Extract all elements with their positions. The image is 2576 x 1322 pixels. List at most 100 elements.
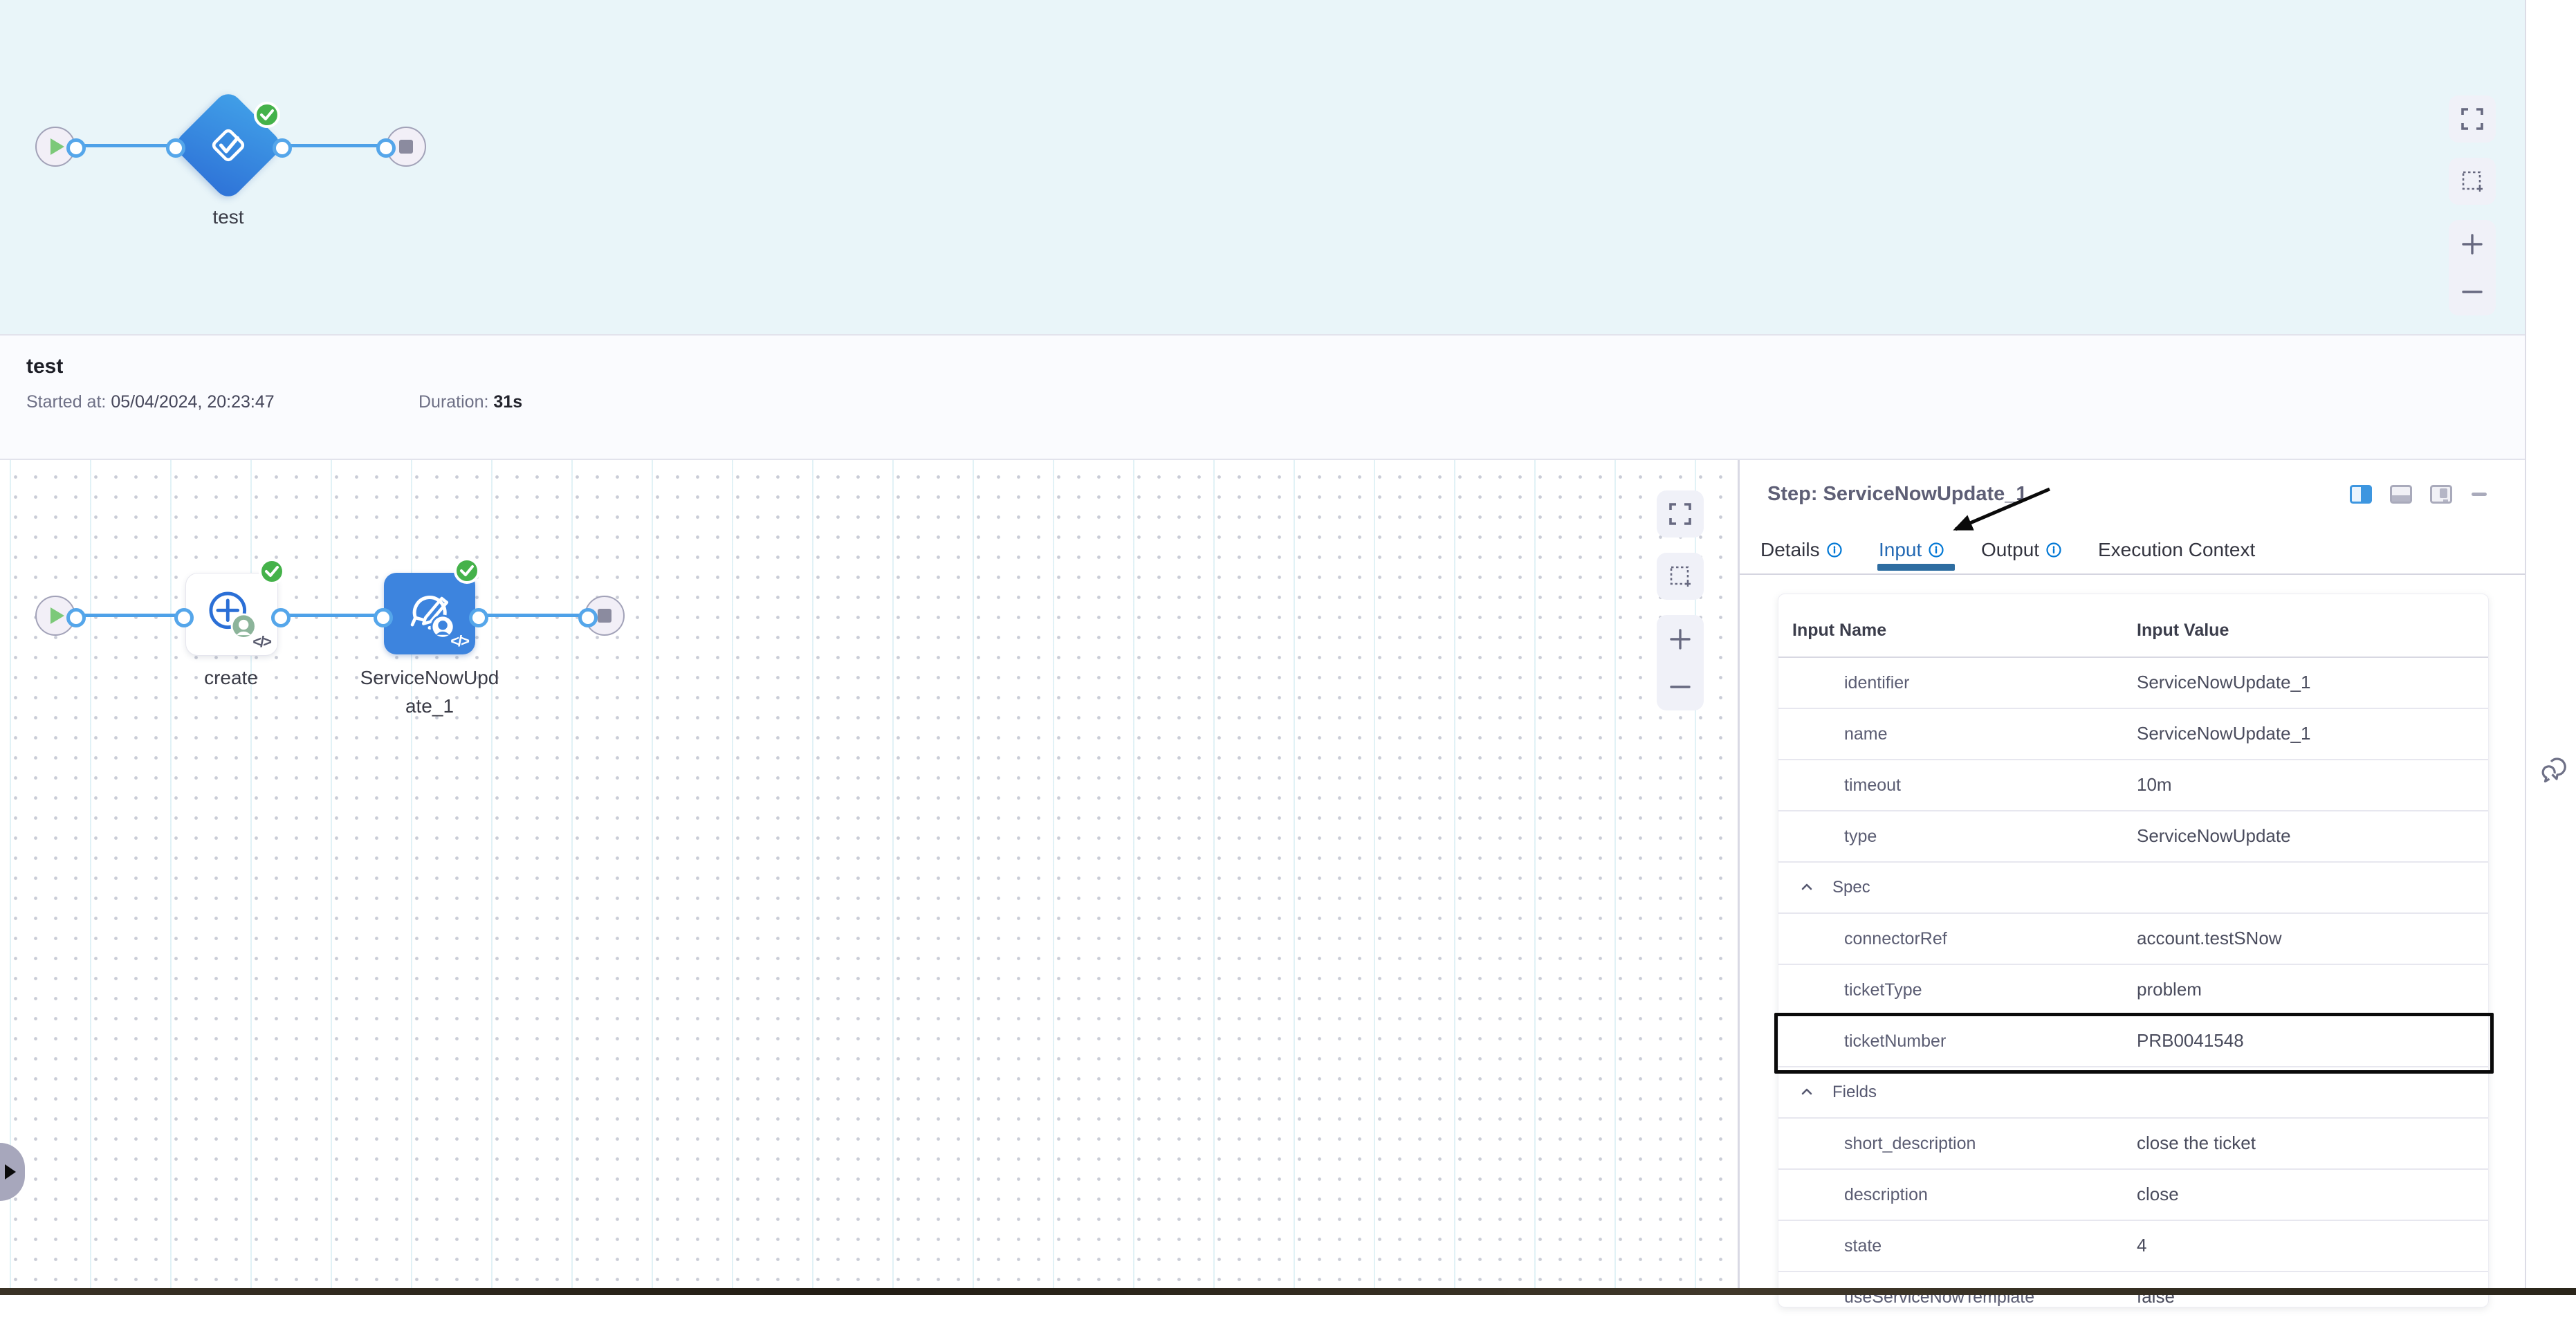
table-row-useServiceNowTemplate: useServiceNowTemplatefalse xyxy=(1778,1271,2488,1322)
step-details-panel: Step: ServiceNowUpdate_1 Details Input xyxy=(1738,460,2527,1288)
input-name: ticketNumber xyxy=(1844,1031,1946,1052)
caret-right-icon xyxy=(5,1164,16,1179)
chevron-up-icon xyxy=(1799,879,1814,894)
input-value: PRB0041548 xyxy=(2137,1030,2244,1052)
section-row-spec[interactable]: Spec xyxy=(1778,861,2488,912)
input-value: ServiceNowUpdate_1 xyxy=(2137,672,2310,693)
code-view-icon[interactable]: </> xyxy=(252,633,270,651)
floating-layout-icon[interactable] xyxy=(2430,485,2452,504)
input-name: short_description xyxy=(1844,1134,1976,1154)
input-name: state xyxy=(1844,1236,1882,1256)
input-value: problem xyxy=(2137,979,2202,1000)
selection-mode-button[interactable] xyxy=(2449,158,2496,205)
approval-stage-icon xyxy=(203,120,253,170)
tab-details[interactable]: Details xyxy=(1760,539,1843,561)
play-icon xyxy=(50,607,64,624)
code-view-icon[interactable]: </> xyxy=(450,632,468,650)
success-check-icon xyxy=(258,558,286,585)
input-name: timeout xyxy=(1844,775,1901,796)
chevron-up-icon xyxy=(1799,1084,1814,1099)
input-name: type xyxy=(1844,827,1877,847)
step-execution-canvas[interactable]: </> create </> ServiceNowUpdate_1 xyxy=(0,460,1738,1288)
edge-connector xyxy=(277,614,384,617)
section-row-fields[interactable]: Fields xyxy=(1778,1066,2488,1117)
panel-title: Step: ServiceNowUpdate_1 xyxy=(1767,483,2027,506)
input-value: close the ticket xyxy=(2137,1132,2256,1154)
input-name: name xyxy=(1844,724,1888,744)
table-row-ticketType: ticketType problem xyxy=(1778,964,2488,1015)
zoom-out-button[interactable] xyxy=(1668,675,1692,699)
zoom-controls xyxy=(2449,220,2496,315)
input-value: 10m xyxy=(2137,774,2172,796)
tab-execution-context[interactable]: Execution Context xyxy=(2098,539,2255,561)
selection-mode-button[interactable] xyxy=(1657,553,1704,600)
section-label: Fields xyxy=(1832,1083,1877,1102)
minimize-panel-icon[interactable] xyxy=(2470,485,2488,504)
table-row-state: state 4 xyxy=(1778,1220,2488,1271)
edge-connector xyxy=(281,144,386,147)
zoom-controls xyxy=(1657,615,1704,710)
table-row-connectorRef: connectorRef account.testSNow xyxy=(1778,912,2488,964)
table-row-timeout: timeout 10m xyxy=(1778,759,2488,810)
fullscreen-icon xyxy=(1668,502,1693,526)
step-node-label: ServiceNowUpdate_1 xyxy=(358,664,501,720)
input-value: ServiceNowUpdate xyxy=(2137,825,2291,847)
tab-input[interactable]: Input xyxy=(1879,539,1944,561)
table-row-identifier: identifier ServiceNowUpdate_1 xyxy=(1778,658,2488,708)
duration-value: 31s xyxy=(493,392,522,412)
run-title: test xyxy=(26,355,63,378)
active-tab-indicator xyxy=(1877,564,1955,571)
panel-layout-controls xyxy=(2350,485,2488,504)
input-value: close xyxy=(2137,1184,2179,1205)
started-at-value: 05/04/2024, 20:23:47 xyxy=(111,392,274,412)
table-row-description: descriptionclose xyxy=(1778,1168,2488,1220)
selection-box-icon xyxy=(1668,564,1693,589)
right-split-layout-icon[interactable] xyxy=(2350,485,2372,504)
edge-port xyxy=(376,138,396,158)
input-value: ServiceNowUpdate_1 xyxy=(2137,723,2310,744)
step-node-servicenowupdate[interactable]: </> xyxy=(384,573,475,654)
fullscreen-button[interactable] xyxy=(2449,95,2496,143)
column-header-value: Input Value xyxy=(2137,621,2229,641)
zoom-in-button[interactable] xyxy=(1668,627,1692,651)
success-check-icon xyxy=(453,557,481,585)
chat-help-icon[interactable] xyxy=(2539,753,2570,784)
edge-port xyxy=(66,138,86,158)
success-check-icon xyxy=(253,101,281,129)
zoom-out-button[interactable] xyxy=(2460,280,2484,304)
info-icon[interactable] xyxy=(1928,542,1944,558)
edge-connector xyxy=(72,614,185,617)
input-value: account.testSNow xyxy=(2137,928,2282,949)
started-at: Started at: 05/04/2024, 20:23:47 xyxy=(26,392,275,412)
input-name: identifier xyxy=(1844,673,1910,693)
info-icon[interactable] xyxy=(1826,542,1843,558)
stop-icon xyxy=(399,140,413,154)
table-row-short_description: short_description close the ticket xyxy=(1778,1117,2488,1168)
play-icon xyxy=(50,138,64,155)
table-row-type: type ServiceNowUpdate xyxy=(1778,810,2488,861)
run-summary-bar: test Started at: 05/04/2024, 20:23:47 Du… xyxy=(0,336,2525,460)
stop-icon xyxy=(598,609,611,623)
edge-port xyxy=(271,608,291,627)
stage-execution-canvas[interactable]: test xyxy=(0,0,2525,336)
edge-connector xyxy=(475,614,589,617)
selection-box-icon xyxy=(2460,169,2485,194)
info-icon[interactable] xyxy=(2045,542,2062,558)
fullscreen-button[interactable] xyxy=(1657,490,1704,538)
zoom-in-button[interactable] xyxy=(2460,232,2484,256)
bottom-split-layout-icon[interactable] xyxy=(2390,485,2412,504)
edge-port xyxy=(166,138,185,158)
column-header-name: Input Name xyxy=(1792,621,1886,641)
step-node-create[interactable]: </> xyxy=(185,573,278,656)
edge-connector xyxy=(72,144,176,147)
edge-port xyxy=(374,608,393,627)
section-label: Spec xyxy=(1832,878,1870,897)
input-name: ticketType xyxy=(1844,980,1922,1000)
input-table: Input Name Input Value identifier Service… xyxy=(1778,594,2489,1307)
duration: Duration: 31s xyxy=(418,392,522,412)
tab-output[interactable]: Output xyxy=(1981,539,2062,561)
edge-port xyxy=(273,138,292,158)
right-gutter xyxy=(2525,0,2576,1288)
input-name: connectorRef xyxy=(1844,929,1947,949)
input-value: 4 xyxy=(2137,1235,2146,1256)
